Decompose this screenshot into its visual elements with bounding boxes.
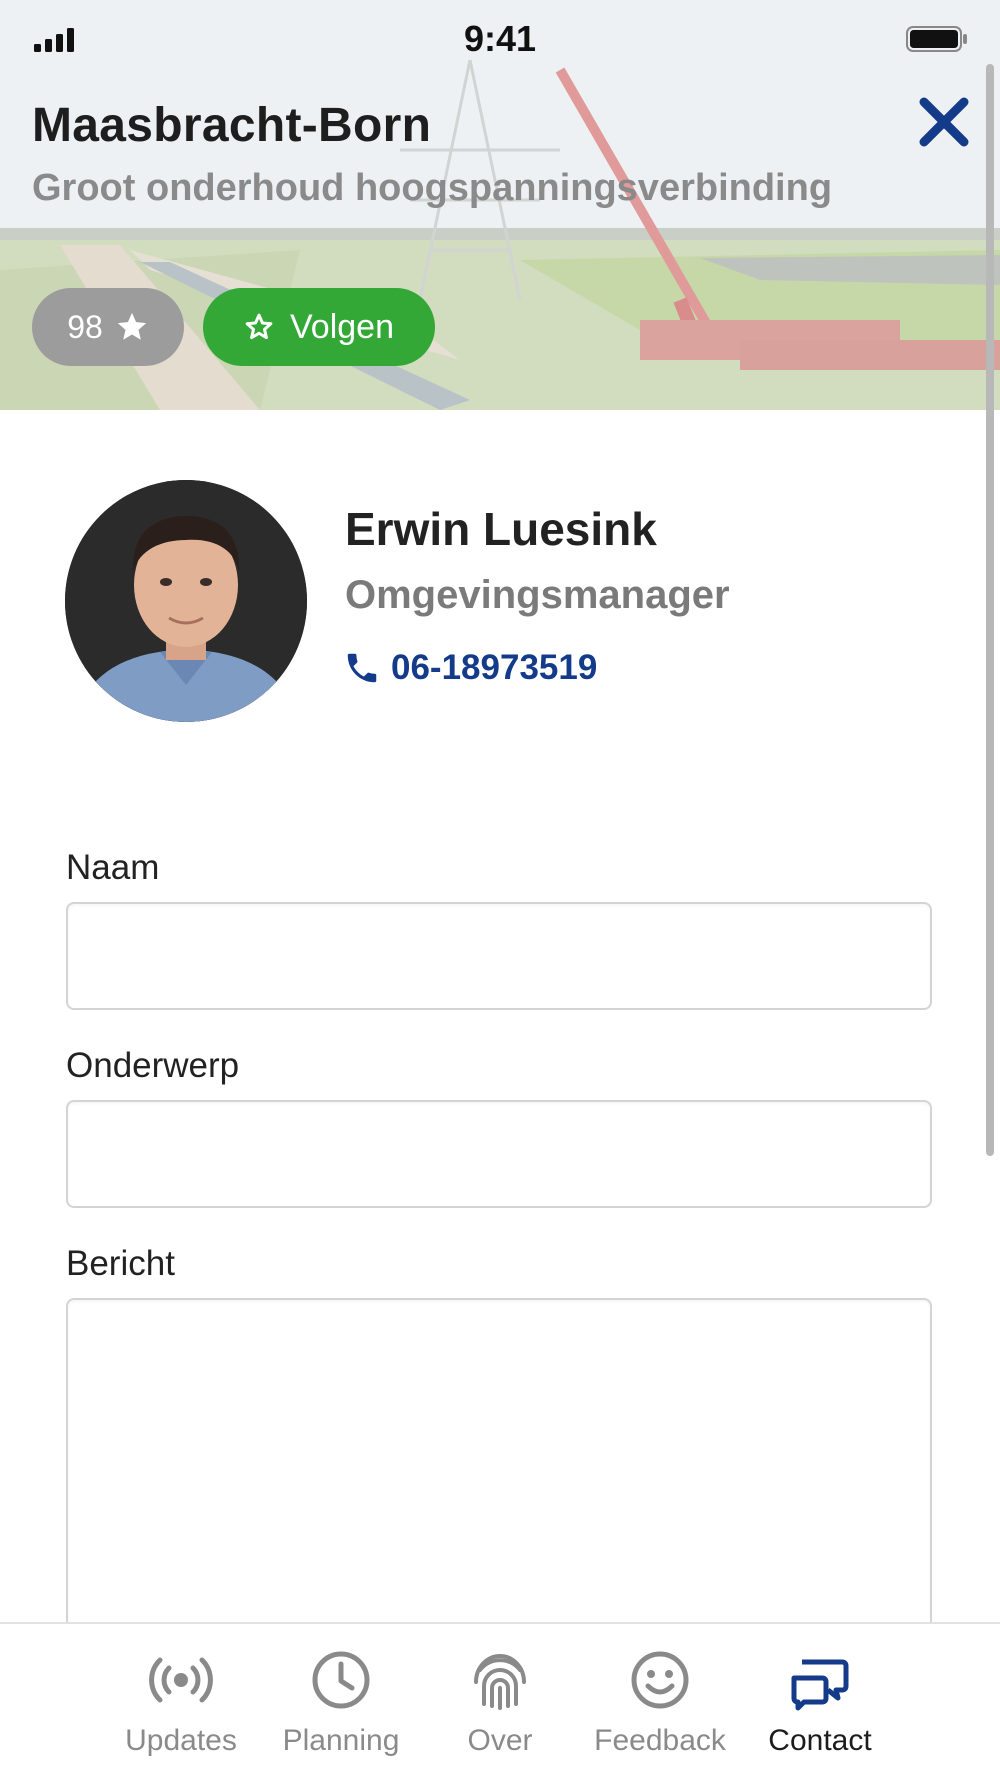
tab-feedback[interactable]: Feedback [580,1648,740,1758]
star-outline-icon [245,313,273,340]
fingerprint-icon [474,1654,526,1710]
follower-count: 98 [67,308,103,345]
tab-label: Contact [768,1724,872,1757]
close-button[interactable] [914,92,974,152]
tab-label: Feedback [594,1724,726,1757]
scrollbar[interactable] [986,64,994,1156]
avatar [65,480,307,722]
follower-count-badge: 98 [32,288,184,366]
chat-icon [791,1659,849,1711]
phone-icon [347,653,377,683]
tab-updates[interactable]: Updates [101,1648,261,1758]
tab-bar: Updates Planning Over Feedback Contact [0,1622,1000,1780]
broadcast-icon [149,1657,213,1703]
follow-button-label: Volgen [290,307,394,346]
follow-button[interactable]: Volgen [203,288,435,366]
battery-icon [906,26,967,52]
subject-field[interactable] [66,1100,932,1208]
subject-label: Onderwerp [66,1046,240,1085]
tab-label: Planning [282,1724,400,1757]
contact-name: Erwin Luesink [345,503,657,555]
phone-number: 06-18973519 [391,648,598,687]
message-label: Bericht [66,1244,175,1283]
name-field[interactable] [66,902,932,1010]
smiley-icon [631,1651,689,1709]
status-time: 9:41 [463,18,537,59]
close-icon [919,97,969,147]
status-bar: 9:41 [0,0,1000,80]
tab-contact[interactable]: Contact [740,1648,900,1758]
name-label: Naam [66,848,160,887]
contact-role: Omgevingsmanager [345,573,730,617]
tab-planning[interactable]: Planning [261,1648,421,1758]
clock-icon [312,1651,370,1709]
project-title: Maasbracht-Born [32,99,432,152]
project-subtitle: Groot onderhoud hoogspanningsverbinding [32,167,833,209]
message-field[interactable] [66,1298,932,1638]
contact-phone-link[interactable]: 06-18973519 [343,645,597,691]
project-header: 9:41 Maasbracht-Born Groot onderhoud hoo… [0,0,1000,410]
star-icon [117,312,146,340]
contact-portrait [65,480,307,722]
tab-over[interactable]: Over [420,1648,580,1758]
tab-label: Over [467,1724,533,1757]
tab-label: Updates [125,1724,237,1757]
